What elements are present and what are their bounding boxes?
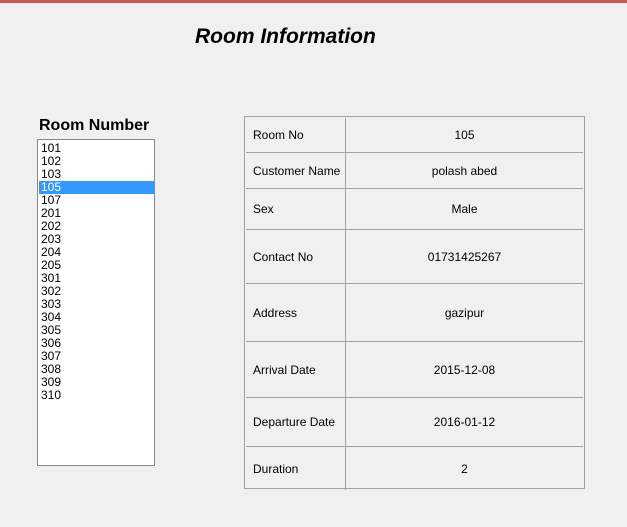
info-value: 01731425267 — [427, 249, 502, 264]
window-top-border — [0, 0, 627, 3]
info-value: polash abed — [431, 163, 498, 178]
info-row: Departure Date 2016-01-12 — [246, 398, 583, 447]
info-row: Sex Male — [246, 189, 583, 230]
info-value: 105 — [454, 128, 475, 142]
info-label: Address — [246, 284, 346, 341]
info-row: Duration 2 — [246, 447, 583, 490]
info-value: 2016-01-12 — [433, 415, 496, 429]
info-label: Customer Name — [246, 153, 346, 188]
info-label: Arrival Date — [246, 342, 346, 397]
info-label: Contact No — [246, 230, 346, 283]
info-label: Departure Date — [246, 398, 346, 446]
info-row: Arrival Date 2015-12-08 — [246, 342, 583, 398]
room-number-label: Room Number — [39, 117, 150, 134]
room-info-table: Room No 105 Customer Name polash abed Sex Mal… — [244, 116, 585, 490]
page-title: Room Information — [195, 25, 376, 48]
room-list-item[interactable]: 310 — [39, 389, 154, 402]
info-row: Contact No 01731425267 — [246, 230, 583, 284]
info-row: Room No 105 — [246, 118, 583, 153]
info-value: Male — [451, 202, 478, 216]
info-row: Address gazipur — [246, 284, 583, 342]
info-value: 2015-12-08 — [433, 362, 496, 377]
info-label: Room No — [246, 118, 346, 152]
room-number-listbox[interactable]: 101 102 103 105 107 201 202 203 204 205 301 302 303 3… — [37, 139, 155, 466]
info-value: gazipur — [444, 305, 485, 320]
info-value: 2 — [461, 461, 468, 476]
info-row: Customer Name polash abed — [246, 153, 583, 189]
info-label: Sex — [246, 189, 346, 229]
info-label: Duration — [246, 447, 346, 490]
